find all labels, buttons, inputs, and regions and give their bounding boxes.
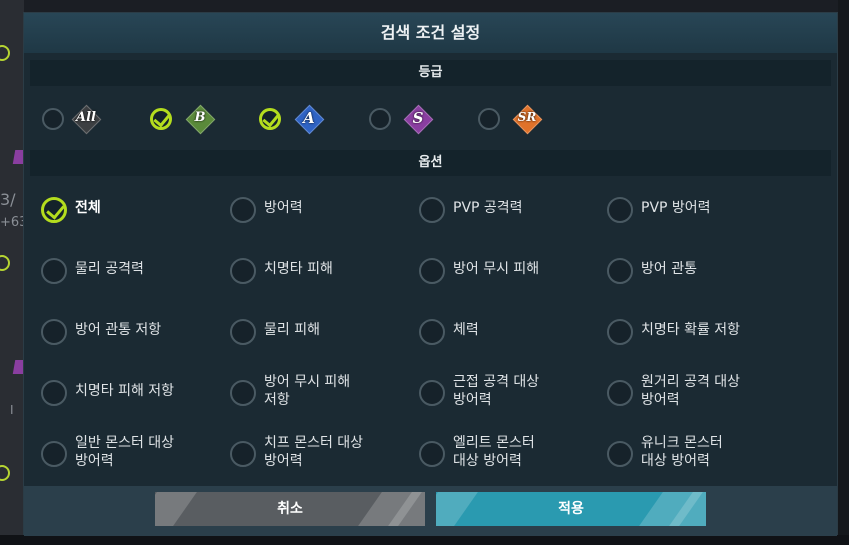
option-item[interactable]: 치프 몬스터 대상 방어력 xyxy=(230,430,420,474)
dialog-footer: 취소 적용 xyxy=(24,486,837,536)
background-panel: 3/ +63 I xyxy=(0,0,27,545)
option-label: 방어 무시 피해 저항 xyxy=(264,374,351,408)
option-radio[interactable] xyxy=(230,258,256,284)
check-icon xyxy=(46,200,65,220)
option-item[interactable]: 전체 xyxy=(41,186,231,230)
option-label: 치명타 피해 저항 xyxy=(75,383,175,399)
apply-button[interactable]: 적용 xyxy=(436,492,706,526)
option-item[interactable]: 물리 공격력 xyxy=(41,247,231,291)
grade-filter-row: All B A S SR xyxy=(24,101,837,137)
option-label: 유니크 몬스터 대상 방어력 xyxy=(641,435,723,469)
option-label: 체력 xyxy=(453,322,479,338)
option-item[interactable]: 방어력 xyxy=(230,186,420,230)
grade-label: SR xyxy=(517,110,537,124)
background-check-icon xyxy=(0,45,10,61)
grade-option-s[interactable]: S xyxy=(369,101,439,137)
option-radio[interactable] xyxy=(419,258,445,284)
option-item[interactable]: 방어 관통 xyxy=(607,247,797,291)
option-label: 방어 무시 피해 xyxy=(453,261,540,277)
option-item[interactable]: 근접 공격 대상 방어력 xyxy=(419,369,609,413)
option-item[interactable]: 일반 몬스터 대상 방어력 xyxy=(41,430,231,474)
option-label: 엘리트 몬스터 대상 방어력 xyxy=(453,435,535,469)
option-radio[interactable] xyxy=(41,319,67,345)
option-label: 치명타 확률 저항 xyxy=(641,322,741,338)
option-label: 치명타 피해 xyxy=(264,261,333,277)
button-decoration xyxy=(155,492,197,526)
grade-section-header: 등급 xyxy=(30,60,831,86)
option-label: 전체 xyxy=(75,200,101,216)
option-label: 근접 공격 대상 방어력 xyxy=(453,374,540,408)
option-radio[interactable] xyxy=(230,319,256,345)
option-item[interactable]: 체력 xyxy=(419,308,609,352)
grade-label: B xyxy=(194,110,206,125)
option-item[interactable]: 방어 무시 피해 저항 xyxy=(230,369,420,413)
option-label: 방어 관통 저항 xyxy=(75,322,162,338)
background-panel-right xyxy=(838,0,849,545)
grade-label: S xyxy=(412,109,424,127)
option-item[interactable]: PVP 공격력 xyxy=(419,186,609,230)
option-radio[interactable] xyxy=(41,441,67,467)
option-radio[interactable] xyxy=(419,319,445,345)
grade-radio[interactable] xyxy=(150,108,172,130)
option-label: 일반 몬스터 대상 방어력 xyxy=(75,435,175,469)
background-text: 3/ xyxy=(0,190,16,209)
check-icon xyxy=(153,109,171,128)
grade-radio[interactable] xyxy=(259,108,281,130)
option-section-header: 옵션 xyxy=(30,150,831,176)
option-radio[interactable] xyxy=(419,197,445,223)
option-item[interactable]: 방어 관통 저항 xyxy=(41,308,231,352)
option-radio[interactable] xyxy=(230,197,256,223)
background-bottom xyxy=(0,535,849,545)
option-label: 방어력 xyxy=(264,200,303,216)
grade-option-all[interactable]: All xyxy=(42,101,112,137)
option-radio[interactable] xyxy=(419,380,445,406)
grade-radio[interactable] xyxy=(42,108,64,130)
background-check-icon xyxy=(0,255,10,271)
option-radio[interactable] xyxy=(41,197,67,223)
grade-label: A xyxy=(303,109,315,127)
option-item[interactable]: 치명타 확률 저항 xyxy=(607,308,797,352)
dialog-title: 검색 조건 설정 xyxy=(24,13,837,53)
option-item[interactable]: 치명타 피해 저항 xyxy=(41,369,231,413)
option-label: 치프 몬스터 대상 방어력 xyxy=(264,435,364,469)
option-radio[interactable] xyxy=(230,380,256,406)
option-label: 물리 공격력 xyxy=(75,261,144,277)
option-item[interactable]: 유니크 몬스터 대상 방어력 xyxy=(607,430,797,474)
option-item[interactable]: 원거리 공격 대상 방어력 xyxy=(607,369,797,413)
option-label: PVP 방어력 xyxy=(641,200,711,216)
grade-option-sr[interactable]: SR xyxy=(478,101,548,137)
option-item[interactable]: PVP 방어력 xyxy=(607,186,797,230)
option-label: PVP 공격력 xyxy=(453,200,523,216)
option-radio[interactable] xyxy=(607,197,633,223)
option-radio[interactable] xyxy=(419,441,445,467)
check-icon xyxy=(262,109,280,128)
grade-option-b[interactable]: B xyxy=(150,101,220,137)
option-item[interactable]: 엘리트 몬스터 대상 방어력 xyxy=(419,430,609,474)
option-radio[interactable] xyxy=(607,258,633,284)
option-radio[interactable] xyxy=(607,319,633,345)
grade-radio[interactable] xyxy=(369,108,391,130)
option-item[interactable]: 방어 무시 피해 xyxy=(419,247,609,291)
option-label: 원거리 공격 대상 방어력 xyxy=(641,374,741,408)
option-radio[interactable] xyxy=(230,441,256,467)
option-label: 물리 피해 xyxy=(264,322,320,338)
grade-radio[interactable] xyxy=(478,108,500,130)
apply-button-label: 적용 xyxy=(558,501,584,517)
option-item[interactable]: 물리 피해 xyxy=(230,308,420,352)
grade-label: All xyxy=(76,110,96,125)
search-filter-dialog: 검색 조건 설정 등급 All B A S SR 옵션 전체 방어력 PVP 공… xyxy=(23,12,838,536)
option-radio[interactable] xyxy=(41,258,67,284)
background-text: I xyxy=(10,403,14,417)
background-check-icon xyxy=(0,465,10,481)
cancel-button-label: 취소 xyxy=(277,501,303,517)
option-radio[interactable] xyxy=(607,380,633,406)
button-decoration xyxy=(436,492,478,526)
option-item[interactable]: 치명타 피해 xyxy=(230,247,420,291)
grade-option-a[interactable]: A xyxy=(259,101,329,137)
option-label: 방어 관통 xyxy=(641,261,697,277)
cancel-button[interactable]: 취소 xyxy=(155,492,425,526)
option-radio[interactable] xyxy=(607,441,633,467)
option-radio[interactable] xyxy=(41,380,67,406)
